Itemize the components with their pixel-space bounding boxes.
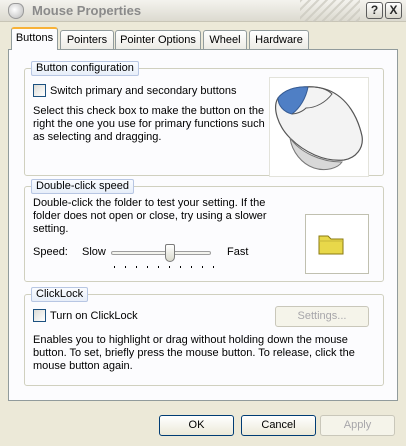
slider-tick	[169, 266, 170, 268]
test-folder-area[interactable]	[305, 214, 369, 274]
title-bar-decoration	[300, 0, 360, 22]
mouse-icon	[275, 86, 363, 171]
button-configuration-legend: Button configuration	[31, 61, 139, 76]
double-click-speed-legend: Double-click speed	[31, 179, 134, 194]
clicklock-legend: ClickLock	[31, 287, 89, 302]
clicklock-checkbox[interactable]	[33, 309, 46, 322]
buttons-tab-panel: Button configuration Switch primary and …	[8, 49, 398, 401]
tab-buttons[interactable]: Buttons	[11, 27, 58, 50]
double-click-description: Double-click the folder to test your set…	[33, 197, 267, 235]
clicklock-group: ClickLock Turn on ClickLock Settings... …	[24, 287, 384, 386]
tab-hardware[interactable]: Hardware	[249, 30, 309, 49]
tab-pointers[interactable]: Pointers	[60, 30, 114, 49]
clicklock-label[interactable]: Turn on ClickLock	[50, 310, 138, 323]
double-click-speed-slider[interactable]	[111, 251, 211, 255]
help-button[interactable]: ?	[366, 2, 383, 19]
slider-tick	[147, 266, 148, 268]
window-title: Mouse Properties	[32, 3, 142, 18]
slider-tick	[180, 266, 181, 268]
button-configuration-group: Button configuration Switch primary and …	[24, 61, 384, 177]
double-click-speed-slider-thumb[interactable]	[165, 244, 175, 262]
switch-buttons-checkbox[interactable]	[33, 84, 46, 97]
slider-tick	[136, 266, 137, 268]
tab-pointer-options[interactable]: Pointer Options	[115, 30, 201, 49]
slider-tick	[125, 266, 126, 268]
apply-button[interactable]: Apply	[320, 415, 395, 436]
fast-label: Fast	[227, 246, 249, 258]
slider-tick	[158, 266, 159, 268]
slow-label: Slow	[82, 246, 106, 258]
speed-label: Speed:	[33, 246, 68, 258]
clicklock-settings-button[interactable]: Settings...	[275, 306, 369, 327]
mouse-illustration	[269, 77, 369, 177]
double-click-speed-group: Double-click speed Double-click the fold…	[24, 179, 384, 282]
clicklock-description: Enables you to highlight or drag without…	[33, 334, 355, 372]
folder-icon[interactable]	[306, 215, 370, 275]
switch-buttons-label[interactable]: Switch primary and secondary buttons	[50, 85, 236, 98]
slider-tick	[114, 266, 115, 268]
title-bar[interactable]: Mouse Properties ? X	[0, 0, 406, 22]
mouse-app-icon	[8, 3, 24, 19]
slider-tick	[213, 266, 214, 268]
slider-tick	[202, 266, 203, 268]
tab-wheel[interactable]: Wheel	[203, 30, 247, 49]
button-configuration-description: Select this check box to make the button…	[33, 105, 265, 143]
ok-button[interactable]: OK	[159, 415, 234, 436]
slider-tick	[191, 266, 192, 268]
cancel-button[interactable]: Cancel	[241, 415, 316, 436]
close-button[interactable]: X	[385, 2, 402, 19]
